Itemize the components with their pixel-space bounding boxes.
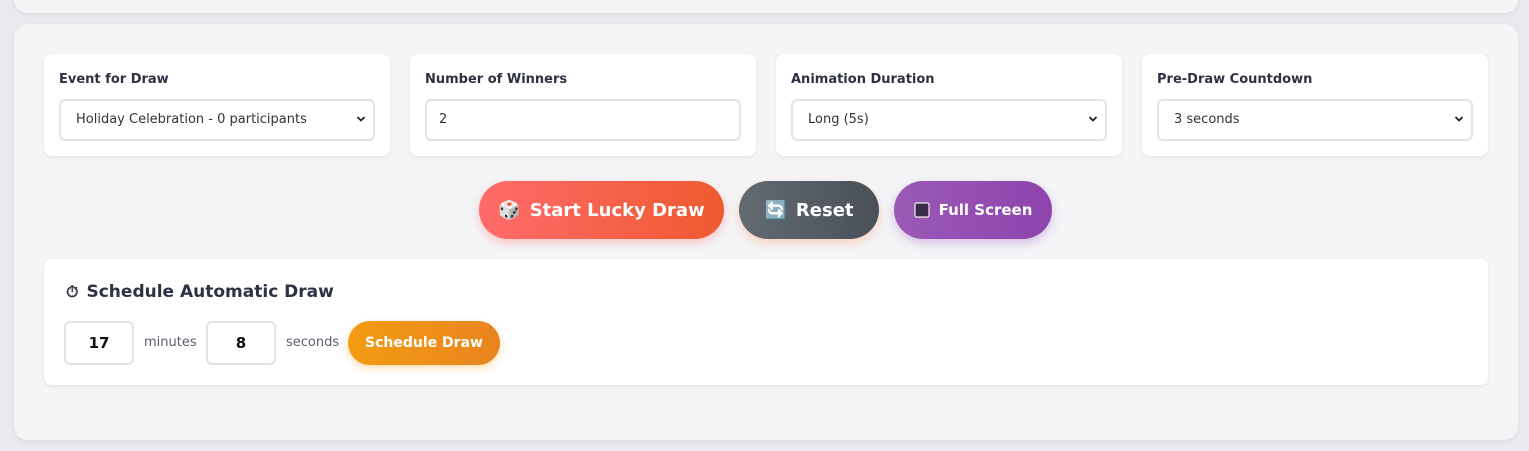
winners-control-card: Number of Winners 2 (410, 54, 756, 156)
square-icon (913, 202, 930, 218)
winners-input-value: 2 (439, 112, 448, 127)
chevron-down-icon (356, 116, 366, 122)
animation-select-value: Long (5s) (808, 112, 869, 127)
schedule-title: ⏱ Schedule Automatic Draw (66, 282, 334, 302)
full-screen-button[interactable]: Full Screen (894, 181, 1052, 239)
start-button-label: Start Lucky Draw (529, 199, 705, 221)
countdown-label: Pre-Draw Countdown (1157, 72, 1313, 87)
stopwatch-icon: ⏱ (66, 282, 79, 301)
full-screen-button-label: Full Screen (938, 201, 1033, 219)
countdown-select-value: 3 seconds (1174, 112, 1240, 127)
event-label: Event for Draw (59, 72, 169, 87)
start-lucky-draw-button[interactable]: 🎲 Start Lucky Draw (479, 181, 724, 239)
seconds-input[interactable]: 8 (206, 321, 276, 365)
draw-controls-panel: Event for Draw Holiday Celebration - 0 p… (14, 24, 1518, 440)
event-select-value: Holiday Celebration - 0 participants (76, 112, 307, 127)
animation-label: Animation Duration (791, 72, 935, 87)
reset-button-label: Reset (795, 199, 854, 221)
minutes-label: minutes (144, 335, 197, 350)
countdown-select[interactable]: 3 seconds (1157, 99, 1473, 141)
event-control-card: Event for Draw Holiday Celebration - 0 p… (44, 54, 390, 156)
animation-control-card: Animation Duration Long (5s) (776, 54, 1122, 156)
countdown-control-card: Pre-Draw Countdown 3 seconds (1142, 54, 1488, 156)
refresh-icon: 🔄 (764, 199, 787, 221)
top-card (14, 0, 1518, 13)
animation-select[interactable]: Long (5s) (791, 99, 1107, 141)
schedule-card: ⏱ Schedule Automatic Draw 17 minutes 8 s… (44, 259, 1488, 385)
chevron-down-icon (1088, 116, 1098, 122)
seconds-label: seconds (286, 335, 340, 350)
schedule-draw-button[interactable]: Schedule Draw (348, 321, 500, 365)
winners-input[interactable]: 2 (425, 99, 741, 141)
event-select[interactable]: Holiday Celebration - 0 participants (59, 99, 375, 141)
minutes-input[interactable]: 17 (64, 321, 134, 365)
chevron-down-icon (1454, 116, 1464, 122)
dice-icon: 🎲 (498, 199, 521, 221)
reset-button[interactable]: 🔄 Reset (739, 181, 879, 239)
winners-label: Number of Winners (425, 72, 568, 87)
schedule-title-text: Schedule Automatic Draw (86, 282, 334, 302)
